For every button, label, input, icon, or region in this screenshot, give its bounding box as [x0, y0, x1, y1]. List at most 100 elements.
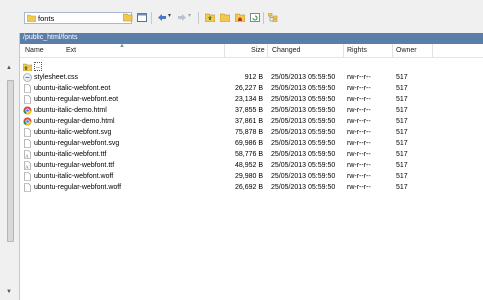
open-folder-icon[interactable]: [123, 13, 133, 22]
file-name: ubuntu-regular-webfont.woff: [34, 184, 122, 191]
column-changed[interactable]: Changed: [272, 47, 300, 54]
location-combo[interactable]: fonts ▾: [24, 12, 132, 24]
file-name: ubuntu-regular-webfont.svg: [34, 140, 120, 147]
font-file-icon: A: [24, 150, 31, 159]
column-ext[interactable]: Ext: [66, 47, 76, 54]
file-row[interactable]: Aubuntu-regular-webfont.ttf 48,952 B 25/05…: [20, 160, 483, 171]
file-changed: 25/05/2013 05:59:50: [271, 162, 336, 169]
file-changed: 25/05/2013 05:59:50: [271, 129, 336, 136]
file-owner: 517: [396, 96, 408, 103]
file-owner: 517: [396, 129, 408, 136]
column-divider[interactable]: [343, 44, 344, 57]
column-divider[interactable]: [224, 44, 225, 57]
file-owner: 517: [396, 85, 408, 92]
chrome-icon: [23, 106, 32, 115]
file-owner: 517: [396, 173, 408, 180]
file-name: ubuntu-italic-demo.html: [34, 107, 107, 114]
file-changed: 25/05/2013 05:59:50: [271, 107, 336, 114]
file-name: ubuntu-regular-webfont.eot: [34, 96, 119, 103]
toolbar: fonts ▾ ▾ ▾: [0, 0, 483, 33]
column-name[interactable]: Name: [25, 47, 44, 54]
file-row[interactable]: ubuntu-italic-webfont.eot 26,227 B 25/05/2…: [20, 83, 483, 94]
sort-ascending-icon: ▲: [119, 43, 125, 49]
file-size: 912 B: [244, 74, 263, 81]
file-rights: rw-r--r--: [347, 129, 371, 136]
file-row[interactable]: ubuntu-regular-webfont.eot 23,134 B 25/05/…: [20, 94, 483, 105]
file-owner: 517: [396, 107, 408, 114]
path-bar: /public_html/fonts: [20, 33, 483, 44]
file-name: ubuntu-italic-webfont.svg: [34, 129, 112, 136]
chrome-icon: [23, 117, 32, 126]
file-size: 29,980 B: [234, 173, 263, 180]
back-dropdown-icon[interactable]: ▾: [168, 12, 171, 19]
refresh-icon[interactable]: [250, 13, 260, 22]
file-list: Name Ext ▲ Size Changed Rights Owner .. …: [20, 43, 483, 300]
file-owner: 517: [396, 162, 408, 169]
parent-directory-icon[interactable]: [205, 13, 215, 22]
column-rights[interactable]: Rights: [347, 47, 367, 54]
file-rights: rw-r--r--: [347, 184, 371, 191]
file-rights: rw-r--r--: [347, 107, 371, 114]
column-size[interactable]: Size: [251, 47, 265, 54]
window-icon[interactable]: [137, 13, 147, 22]
file-size: 69,986 B: [234, 140, 263, 147]
file-changed: 25/05/2013 05:59:50: [271, 140, 336, 147]
home-directory-icon[interactable]: [235, 13, 245, 22]
file-name: ubuntu-italic-webfont.ttf: [34, 151, 107, 158]
forward-dropdown-icon[interactable]: ▾: [188, 12, 191, 19]
forward-icon[interactable]: [177, 13, 187, 22]
file-changed: 25/05/2013 05:59:50: [271, 118, 336, 125]
parent-directory-row[interactable]: ..: [20, 61, 483, 72]
directory-tree-icon[interactable]: [268, 13, 278, 22]
back-icon[interactable]: [157, 13, 167, 22]
blank-file-icon: [24, 183, 31, 192]
folder-icon: [27, 14, 36, 22]
scroll-down-icon[interactable]: ▼: [6, 289, 12, 295]
column-divider[interactable]: [267, 44, 268, 57]
file-rights: rw-r--r--: [347, 96, 371, 103]
column-divider[interactable]: [392, 44, 393, 57]
file-name: ubuntu-italic-webfont.woff: [34, 173, 114, 180]
file-row[interactable]: ubuntu-regular-webfont.svg 69,986 B 25/05/…: [20, 138, 483, 149]
toolbar-separator: [198, 12, 199, 24]
file-changed: 25/05/2013 05:59:50: [271, 74, 336, 81]
file-owner: 517: [396, 184, 408, 191]
column-divider[interactable]: [432, 44, 433, 57]
file-rights: rw-r--r--: [347, 118, 371, 125]
file-rights: rw-r--r--: [347, 140, 371, 147]
blank-file-icon: [24, 95, 31, 104]
css-file-icon: [23, 73, 32, 82]
file-row[interactable]: ubuntu-italic-webfont.woff 29,980 B 25/05/…: [20, 171, 483, 182]
file-size: 58,776 B: [234, 151, 263, 158]
blank-file-icon: [24, 172, 31, 181]
vertical-scrollbar[interactable]: ▲ ▼: [0, 33, 20, 300]
file-owner: 517: [396, 74, 408, 81]
file-row[interactable]: ubuntu-italic-demo.html 37,855 B 25/05/201…: [20, 105, 483, 116]
scroll-up-icon[interactable]: ▲: [6, 65, 12, 71]
file-row[interactable]: ubuntu-regular-webfont.woff 26,692 B 25/05…: [20, 182, 483, 193]
scrollbar-thumb[interactable]: [7, 80, 14, 242]
file-name: ubuntu-regular-demo.html: [34, 118, 115, 125]
file-row[interactable]: ubuntu-regular-demo.html 37,861 B 25/05/20…: [20, 116, 483, 127]
file-row[interactable]: stylesheet.css 912 B 25/05/2013 05:59:50 rw…: [20, 72, 483, 83]
file-size: 26,227 B: [234, 85, 263, 92]
file-row[interactable]: ubuntu-italic-webfont.svg 75,878 B 25/05/2…: [20, 127, 483, 138]
root-directory-icon[interactable]: [220, 13, 230, 22]
file-row[interactable]: Aubuntu-italic-webfont.ttf 58,776 B 25/05/…: [20, 149, 483, 160]
blank-file-icon: [24, 128, 31, 137]
file-size: 23,134 B: [234, 96, 263, 103]
file-rights: rw-r--r--: [347, 173, 371, 180]
column-owner[interactable]: Owner: [396, 47, 417, 54]
toolbar-separator: [151, 12, 152, 24]
blank-file-icon: [24, 84, 31, 93]
file-size: 75,878 B: [234, 129, 263, 136]
up-folder-icon: [23, 63, 32, 71]
parent-directory-label: ..: [34, 62, 42, 71]
column-header: Name Ext ▲ Size Changed Rights Owner: [20, 43, 483, 58]
file-rights: rw-r--r--: [347, 151, 371, 158]
file-size: 48,952 B: [234, 162, 263, 169]
file-changed: 25/05/2013 05:59:50: [271, 184, 336, 191]
file-name: stylesheet.css: [34, 74, 78, 81]
file-rights: rw-r--r--: [347, 162, 371, 169]
file-changed: 25/05/2013 05:59:50: [271, 85, 336, 92]
